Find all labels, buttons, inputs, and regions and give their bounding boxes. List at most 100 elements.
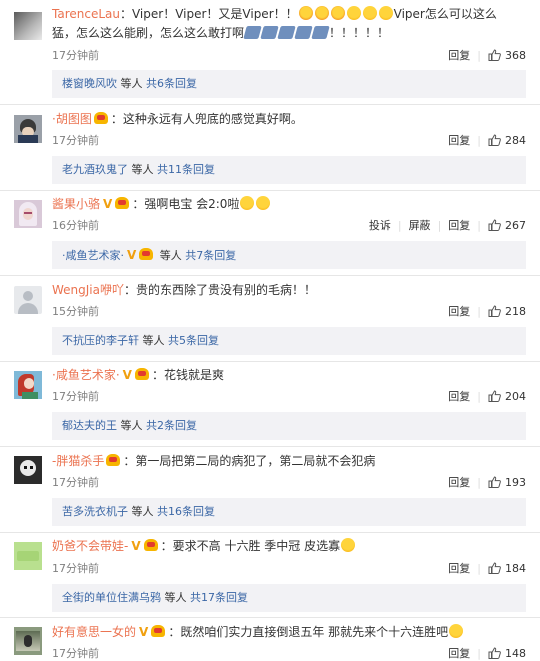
avatar[interactable] [14, 456, 42, 484]
thumbs-up-icon [488, 49, 501, 61]
sub-reply-user[interactable]: 全街的单位住满乌鸦 [62, 591, 161, 604]
comment-text: TarenceLau：Viper！Viper！又是Viper！！ Viper怎么可… [52, 6, 497, 40]
vip-v-icon: V [122, 368, 132, 382]
thumbs-up-icon [488, 390, 501, 402]
like-button[interactable]: 184 [488, 562, 526, 575]
avatar[interactable] [14, 200, 42, 228]
sub-reply-count[interactable]: 共17条回复 [190, 591, 248, 604]
doge-sticker-icon [277, 26, 296, 39]
thumbs-up-icon [488, 219, 501, 231]
avatar[interactable] [14, 627, 42, 655]
crown-badge-icon [115, 197, 130, 209]
sub-replies[interactable]: 苦多洗衣机子 等人 共16条回复 [52, 498, 526, 526]
sub-reply-user[interactable]: 楼窗晚风吹 [62, 77, 117, 90]
divider [0, 446, 540, 447]
sub-reply-user[interactable]: 老九酒玖鬼了 [62, 163, 128, 176]
reply-button[interactable]: 回复 [448, 647, 470, 660]
comment-username[interactable]: ·胡图图 [52, 112, 92, 126]
report-button[interactable]: 投诉 [369, 219, 391, 232]
sub-reply-count[interactable]: 共5条回复 [168, 334, 219, 347]
reply-button[interactable]: 回复 [448, 562, 470, 575]
avatar[interactable] [14, 371, 42, 399]
comment-actions: 回复 | 184 [448, 562, 526, 575]
comment-time: 15分钟前 [52, 305, 99, 318]
comment-text: ·胡图图 ：这种永远有人兜底的感觉真好啊。 [52, 112, 303, 126]
sub-reply-count[interactable]: 共11条回复 [157, 163, 215, 176]
sub-replies[interactable]: 郁达夫的王 等人 共2条回复 [52, 412, 526, 440]
like-count: 368 [505, 49, 526, 62]
comment-text: ·咸鱼艺术家· V ：花钱就是爽 [52, 366, 514, 385]
comment-username[interactable]: TarenceLau [52, 7, 120, 21]
like-button[interactable]: 368 [488, 49, 526, 62]
like-count: 284 [505, 134, 526, 147]
comment-meta: 17分钟前 回复 | 368 [52, 47, 526, 63]
like-button[interactable]: 267 [488, 219, 526, 232]
crown-badge-icon [134, 368, 149, 380]
comment-username[interactable]: -胖猫杀手 [52, 454, 104, 468]
like-button[interactable]: 218 [488, 305, 526, 318]
reply-button[interactable]: 回复 [448, 219, 470, 232]
comment-text: WengJia咿吖：贵的东西除了贵没有别的毛病！！ [52, 283, 317, 297]
sub-reply-count[interactable]: 共2条回复 [146, 419, 197, 432]
sub-reply-user[interactable]: 苦多洗衣机子 [62, 505, 128, 518]
sub-replies[interactable]: 全街的单位住满乌鸦 等人 共17条回复 [52, 584, 526, 612]
comment-time: 17分钟前 [52, 134, 99, 147]
like-button[interactable]: 193 [488, 476, 526, 489]
comment-time: 17分钟前 [52, 49, 99, 62]
emoji-icon [298, 6, 313, 20]
sub-reply-count[interactable]: 共16条回复 [157, 505, 215, 518]
sub-replies[interactable]: ·咸鱼艺术家· V 等人 共7条回复 [52, 241, 526, 269]
sub-reply-user[interactable]: 郁达夫的王 [62, 419, 117, 432]
comment-username[interactable]: 奶爸不会带娃- [52, 539, 128, 553]
avatar[interactable] [14, 542, 42, 570]
reply-button[interactable]: 回复 [448, 305, 470, 318]
comment-username[interactable]: WengJia咿吖 [52, 283, 124, 297]
avatar[interactable] [14, 115, 42, 143]
emoji-icon [341, 538, 356, 552]
thumbs-up-icon [488, 476, 501, 488]
comment-meta: 17分钟前 回复 | 204 [52, 388, 526, 404]
doge-sticker-icon [311, 26, 330, 39]
avatar[interactable] [14, 286, 42, 314]
block-button[interactable]: 屏蔽 [409, 219, 431, 232]
comment-username[interactable]: 酱果小骆 [52, 197, 100, 211]
reply-button[interactable]: 回复 [448, 390, 470, 403]
doge-sticker-icon [243, 26, 262, 39]
avatar[interactable] [14, 12, 42, 40]
comment-meta: 17分钟前 回复 | 193 [52, 474, 526, 490]
comment-text: 奶爸不会带娃- V ：要求不高 十六胜 季中冠 皮选寡 [52, 537, 514, 556]
comment-time: 17分钟前 [52, 390, 99, 403]
comment-username[interactable]: ·咸鱼艺术家· [52, 368, 120, 382]
divider [0, 617, 540, 618]
like-button[interactable]: 204 [488, 390, 526, 403]
comment-actions: 回复 | 218 [448, 305, 526, 318]
emoji-icon [362, 6, 377, 20]
comment-time: 17分钟前 [52, 476, 99, 489]
emoji-icon [256, 196, 271, 210]
sub-reply-count[interactable]: 共6条回复 [146, 77, 197, 90]
sub-replies[interactable]: 老九酒玖鬼了 等人 共11条回复 [52, 156, 526, 184]
comment-meta: 16分钟前 投诉 | 屏蔽 | 回复 | 267 [52, 217, 526, 233]
reply-button[interactable]: 回复 [448, 49, 470, 62]
crown-badge-icon [151, 625, 166, 637]
comment-text: -胖猫杀手 ：第一局把第二局的病犯了，第二局就不会犯病 [52, 454, 376, 468]
sub-replies[interactable]: 不抗压的李子轩 等人 共5条回复 [52, 327, 526, 355]
comment-actions: 回复 | 284 [448, 134, 526, 147]
emoji-icon [449, 624, 464, 638]
comment-actions: 回复 | 193 [448, 476, 526, 489]
emoji-icon [330, 6, 345, 20]
sub-reply-count[interactable]: 共7条回复 [185, 249, 236, 262]
divider [0, 104, 540, 105]
sub-replies[interactable]: 楼窗晚风吹 等人 共6条回复 [52, 70, 526, 98]
comment-meta: 17分钟前 回复 | 284 [52, 132, 526, 148]
sub-reply-user[interactable]: ·咸鱼艺术家· [62, 249, 124, 262]
like-button[interactable]: 284 [488, 134, 526, 147]
like-button[interactable]: 148 [488, 647, 526, 660]
like-count: 204 [505, 390, 526, 403]
comment-time: 17分钟前 [52, 562, 99, 575]
reply-button[interactable]: 回复 [448, 134, 470, 147]
sub-reply-user[interactable]: 不抗压的李子轩 [62, 334, 139, 347]
reply-button[interactable]: 回复 [448, 476, 470, 489]
comment-username[interactable]: 好有意思一女的 [52, 625, 136, 639]
comment-text: 好有意思一女的 V ：既然咱们实力直接倒退五年 那就先来个十六连胜吧 [52, 623, 514, 642]
